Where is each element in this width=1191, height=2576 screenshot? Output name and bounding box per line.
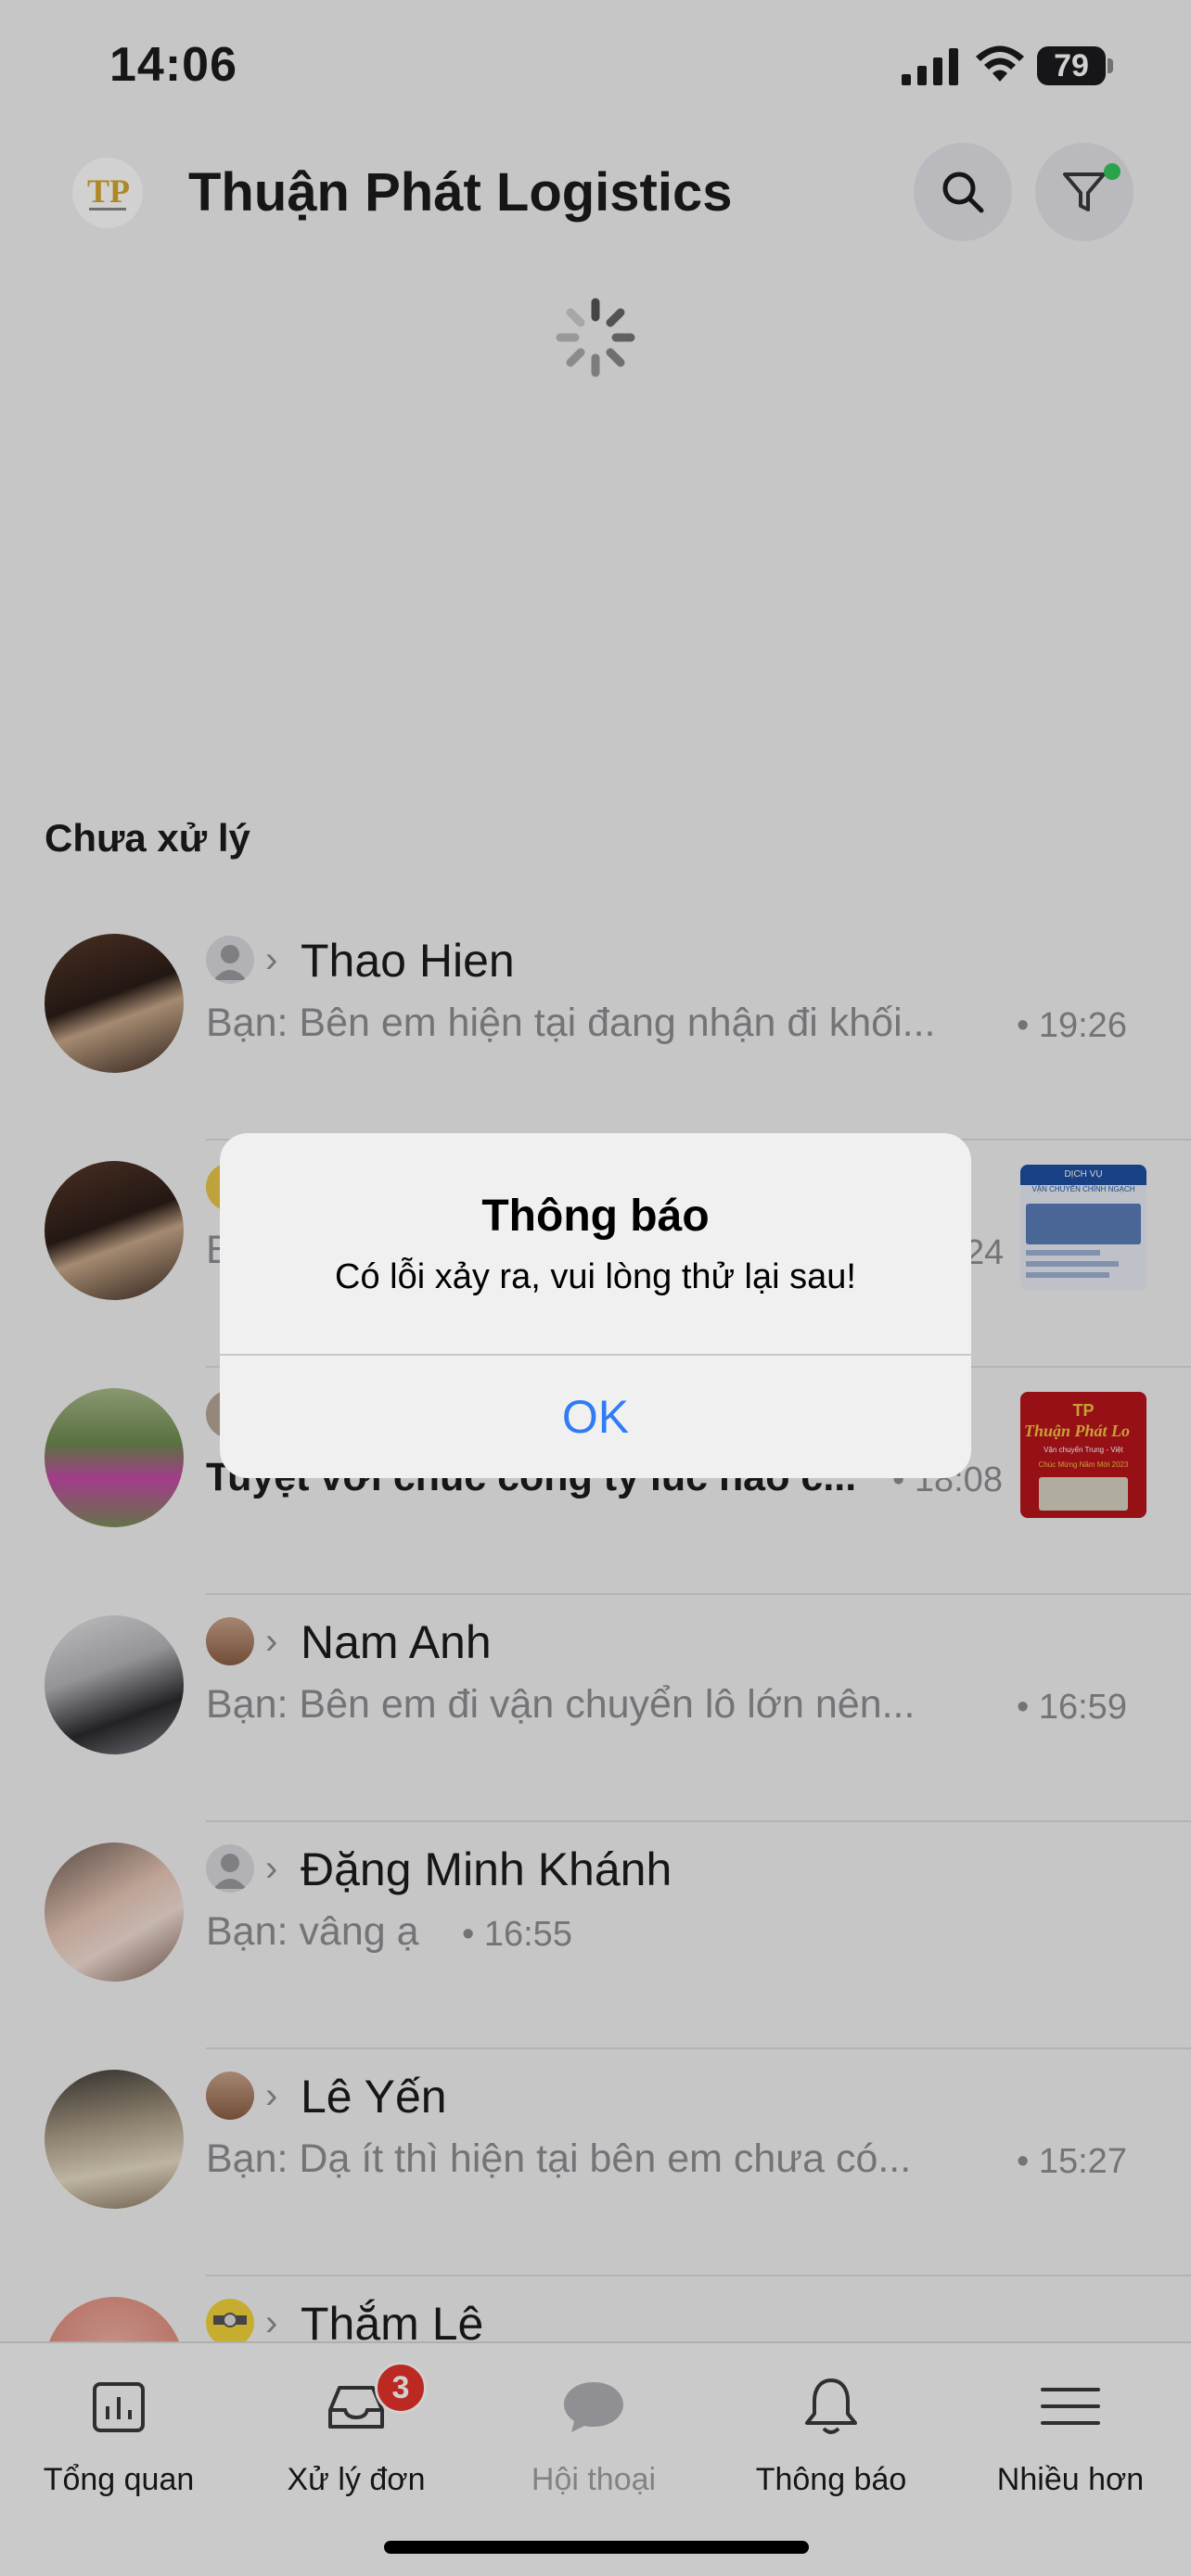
alert-message: Có lỗi xảy ra, vui lòng thử lại sau! [335,1257,856,1296]
alert-title: Thông báo [481,1192,710,1241]
home-indicator [384,2541,809,2554]
ok-button[interactable]: OK [220,1356,971,1478]
alert-dialog: Thông báo Có lỗi xảy ra, vui lòng thử lạ… [220,1133,971,1478]
